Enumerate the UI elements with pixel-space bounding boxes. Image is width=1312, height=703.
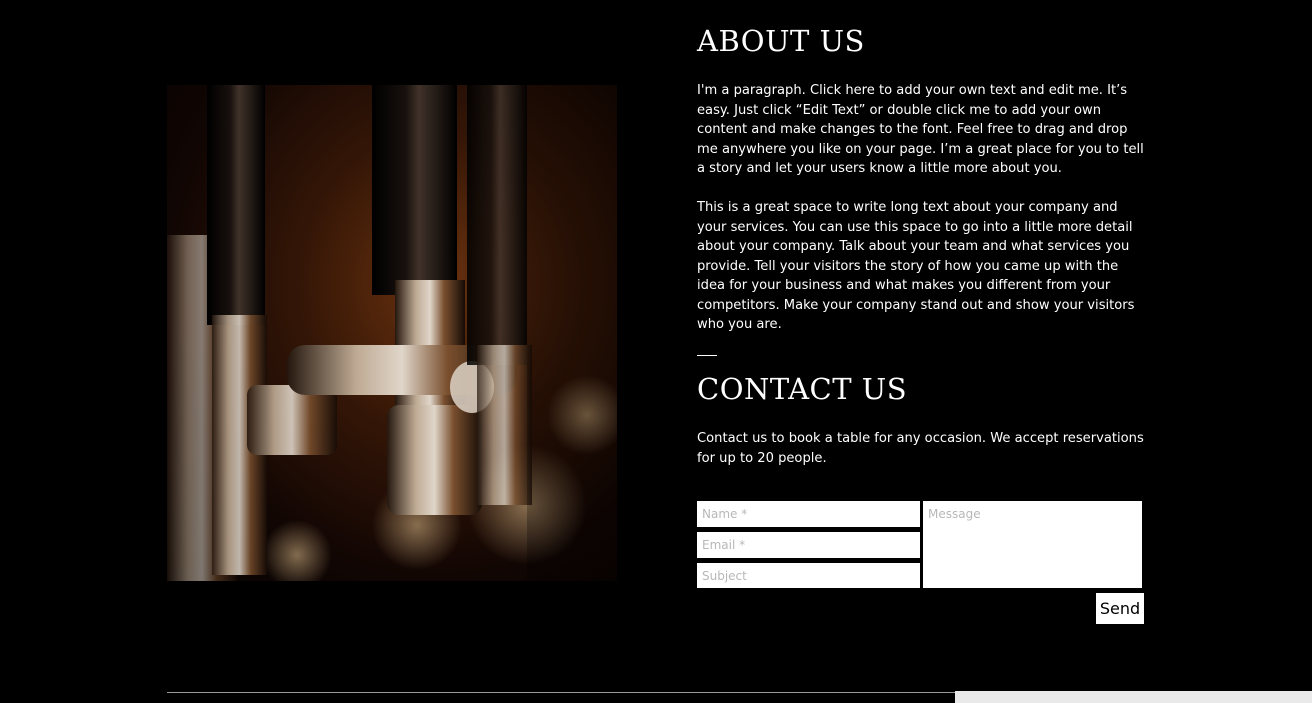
about-paragraph-2: This is a great space to write long text…	[697, 200, 1135, 332]
about-title: ABOUT US	[697, 24, 865, 58]
contact-description: Contact us to book a table for any occas…	[697, 431, 1144, 466]
email-field[interactable]	[697, 532, 920, 558]
about-paragraph-1: I'm a paragraph. Click here to add your …	[697, 83, 1144, 176]
section-divider	[697, 355, 717, 356]
subject-field[interactable]	[697, 563, 920, 588]
contact-title: CONTACT US	[697, 372, 908, 406]
send-button[interactable]: Send	[1096, 593, 1144, 624]
message-field[interactable]	[923, 501, 1142, 588]
name-field[interactable]	[697, 501, 920, 527]
footer-corner-block	[955, 691, 1312, 703]
beer-taps-photo	[167, 85, 617, 581]
